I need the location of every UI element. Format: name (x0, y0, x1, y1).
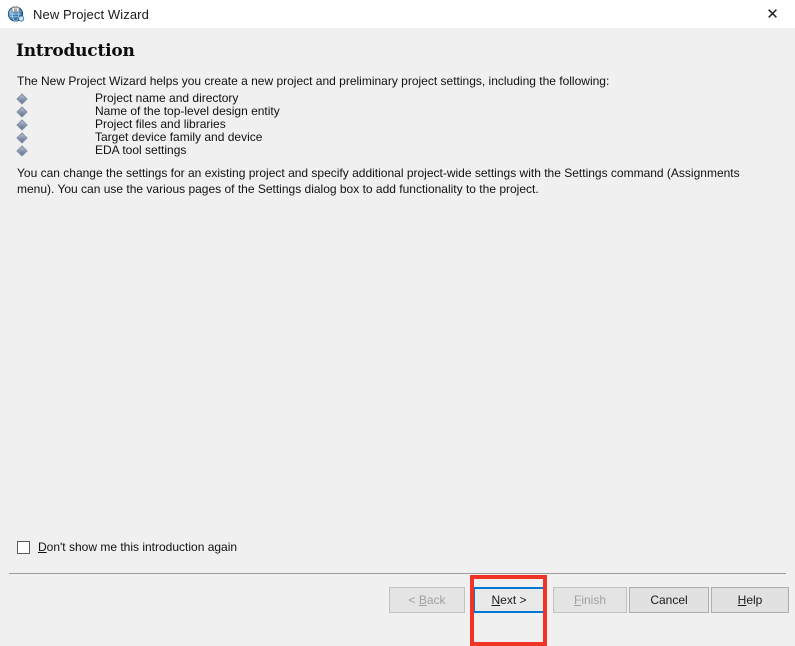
back-button[interactable]: < Back (389, 587, 465, 613)
checkbox-accel-char: D (38, 540, 47, 554)
finish-button[interactable]: Finish (553, 587, 627, 613)
dont-show-again-label: Don't show me this introduction again (38, 540, 237, 554)
next-button[interactable]: Next > (473, 587, 545, 613)
next-button-label: ext > (500, 593, 527, 607)
dont-show-again-row[interactable]: Don't show me this introduction again (17, 540, 237, 554)
back-button-label: ack (426, 593, 446, 607)
footer-separator (9, 573, 786, 574)
help-button-label: elp (746, 593, 763, 607)
checkbox-label-rest: on't show me this introduction again (46, 540, 238, 554)
next-button-accel: N (491, 593, 501, 607)
diamond-bullet-icon (16, 119, 28, 131)
diamond-bullet-icon (16, 145, 28, 157)
intro-paragraph: The New Project Wizard helps you create … (17, 74, 610, 88)
page-title: Introduction (16, 41, 135, 61)
back-button-accel: B (418, 593, 427, 607)
button-bar: < Back Next > Finish Cancel Help (0, 587, 795, 615)
back-button-prefix: < (408, 593, 419, 607)
title-bar: II New Project Wizard ✕ (0, 0, 795, 28)
list-item-label: EDA tool settings (95, 143, 187, 157)
close-icon[interactable]: ✕ (750, 0, 795, 28)
cancel-button-label: Cancel (650, 593, 688, 607)
dont-show-again-checkbox[interactable] (17, 540, 30, 554)
help-button[interactable]: Help (711, 587, 789, 613)
svg-text:II: II (14, 7, 16, 12)
quartus-globe-icon: II (7, 5, 25, 23)
dialog-body: Introduction The New Project Wizard help… (0, 28, 795, 646)
cancel-button[interactable]: Cancel (629, 587, 709, 613)
window-title: New Project Wizard (33, 6, 149, 22)
list-item: EDA tool settings (16, 143, 617, 157)
diamond-bullet-icon (16, 132, 28, 144)
diamond-bullet-icon (16, 93, 28, 105)
diamond-bullet-icon (16, 106, 28, 118)
finish-button-label: inish (581, 593, 607, 607)
feature-bullet-list: Project name and directory Name of the t… (16, 92, 617, 157)
settings-paragraph: You can change the settings for an exist… (17, 166, 740, 196)
